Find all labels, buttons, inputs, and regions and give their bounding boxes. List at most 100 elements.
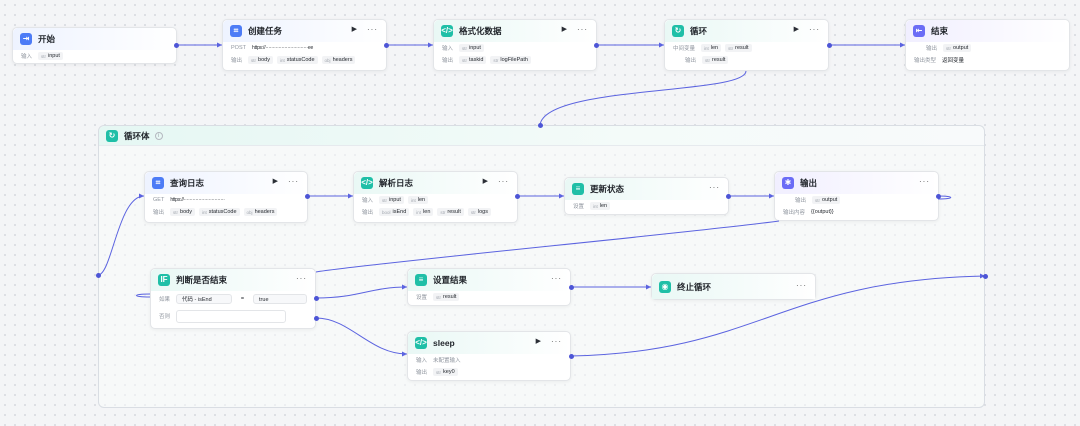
port-parse-out[interactable]: [514, 193, 520, 199]
port-judge-if[interactable]: [313, 295, 319, 301]
node-header: ≡ 设置结果 ···: [408, 269, 570, 291]
condition-right[interactable]: true: [253, 294, 307, 304]
more-icon[interactable]: ···: [288, 177, 299, 186]
var-tag: int statusCode: [276, 56, 318, 64]
node-actions: ···: [919, 177, 930, 186]
node-sleep[interactable]: </> sleep ▶ ··· 输入 未配置输入 输出 str key0: [407, 331, 571, 381]
var-tag: int len: [413, 208, 434, 216]
condition-operator[interactable]: =: [241, 296, 244, 302]
condition-left[interactable]: 代码 - isEnd: [176, 294, 232, 304]
node-stop-loop[interactable]: ◉ 终止循环 ···: [651, 273, 816, 300]
node-output[interactable]: ✱ 输出 ··· 输出 str output 输出内容 {{output}}: [774, 171, 939, 221]
run-icon[interactable]: ▶: [352, 25, 357, 34]
node-start[interactable]: ⇥ 开始 输入 str input: [12, 27, 177, 64]
row-label: 输入: [416, 358, 428, 364]
node-row-set: 设置 str result: [408, 291, 570, 303]
request-url: https://·····························ee: [251, 45, 314, 51]
group-title: 循环体: [124, 130, 150, 141]
more-icon[interactable]: ···: [498, 177, 509, 186]
var-tag: int len: [407, 196, 429, 204]
output-icon: ✱: [782, 177, 794, 189]
var-tag: str output: [812, 196, 841, 204]
var-tag: str body: [170, 208, 195, 216]
node-row-output-type: 输出类型 返回变量: [906, 54, 1069, 66]
node-row-input: 输入 未配置输入: [408, 354, 570, 366]
more-icon[interactable]: ···: [367, 25, 378, 34]
node-format-data[interactable]: </> 格式化数据 ▶ ··· 输入 str input 输出 str taskid…: [433, 19, 597, 71]
port-group-out[interactable]: [982, 273, 988, 279]
http-icon: ⌗: [152, 177, 164, 189]
more-icon[interactable]: ···: [796, 281, 807, 290]
row-label: 输入: [442, 46, 454, 52]
if-icon: IF: [158, 274, 170, 286]
node-query-log[interactable]: ⌗ 查询日志 ▶ ··· GET https://···············…: [144, 171, 308, 223]
node-parse-log[interactable]: </> 解析日志 ▶ ··· 输入 str input int len 输出 boo…: [353, 171, 518, 223]
node-update-state[interactable]: ≡ 更新状态 ··· 设置 int len: [564, 177, 729, 215]
node-row-output: 输出 str output: [906, 42, 1069, 54]
node-header: ⌗ 查询日志 ▶ ···: [145, 172, 307, 194]
port-output-out[interactable]: [935, 193, 941, 199]
port-sleep-out[interactable]: [568, 353, 574, 359]
var-tag: str taskid: [459, 56, 487, 64]
row-label: 输出类型: [914, 58, 937, 64]
port-setresult-out[interactable]: [568, 284, 574, 290]
row-label: 输出: [685, 58, 697, 64]
more-icon[interactable]: ···: [709, 183, 720, 192]
more-icon[interactable]: ···: [296, 274, 307, 283]
row-label: 中间变量: [673, 46, 696, 52]
node-header: IF 判断是否结束 ···: [151, 269, 315, 291]
node-header: ✱ 输出 ···: [775, 172, 938, 194]
row-label: 输出: [362, 210, 374, 216]
port-loop-out[interactable]: [826, 42, 832, 48]
port-update-out[interactable]: [725, 193, 731, 199]
more-icon[interactable]: ···: [551, 337, 562, 346]
more-icon[interactable]: ···: [919, 177, 930, 186]
var-tag: bool isEnd: [379, 208, 410, 216]
code-icon: </>: [361, 177, 373, 189]
info-icon[interactable]: i: [154, 131, 163, 140]
variable-icon: ≡: [415, 274, 427, 286]
var-tag: obj headers: [243, 208, 278, 216]
node-row-request: POST https://···························…: [223, 42, 386, 54]
more-icon[interactable]: ···: [577, 25, 588, 34]
port-start-out[interactable]: [173, 42, 179, 48]
row-label: 设置: [416, 295, 428, 301]
run-icon[interactable]: ▶: [536, 337, 541, 346]
run-icon[interactable]: ▶: [273, 177, 278, 186]
node-title: 结束: [931, 26, 949, 36]
node-title: 创建任务: [248, 26, 283, 36]
edge-loop-body: [539, 70, 747, 126]
else-field[interactable]: [176, 309, 287, 323]
var-tag: str result: [702, 56, 729, 64]
port-query-out[interactable]: [304, 193, 310, 199]
more-icon[interactable]: ···: [551, 274, 562, 283]
more-icon[interactable]: ···: [809, 25, 820, 34]
var-tag: str body: [248, 56, 273, 64]
node-create-task[interactable]: ⌗ 创建任务 ▶ ··· POST https://··············…: [222, 19, 387, 71]
run-icon[interactable]: ▶: [483, 177, 488, 186]
node-row-output: 输出 str body int statusCode obj headers: [223, 54, 386, 66]
run-icon[interactable]: ▶: [562, 25, 567, 34]
var-tag: str logFilePath: [490, 56, 531, 64]
port-judge-else[interactable]: [313, 315, 319, 321]
end-icon: ⇤: [913, 25, 925, 37]
node-loop[interactable]: ↻ 循环 ▶ ··· 中间变量 int len str result 输出 str r…: [664, 19, 829, 71]
row-label: 如果: [159, 297, 171, 303]
var-tag: str result: [433, 293, 460, 301]
row-label: 设置: [573, 204, 585, 210]
var-tag: int len: [701, 44, 722, 52]
node-header: ≡ 更新状态 ···: [565, 178, 728, 200]
node-set-result[interactable]: ≡ 设置结果 ··· 设置 str result: [407, 268, 571, 306]
port-loop-body[interactable]: [537, 122, 543, 128]
node-row-set: 设置 int len: [565, 200, 728, 212]
node-title: 设置结果: [433, 275, 468, 285]
node-end[interactable]: ⇤ 结束 输出 str output 输出类型 返回变量: [905, 19, 1070, 71]
row-label: 输出: [153, 210, 165, 216]
var-tag: str result: [725, 44, 752, 52]
node-title: 终止循环: [677, 281, 712, 292]
port-group-in[interactable]: [95, 272, 101, 278]
port-create-out[interactable]: [383, 42, 389, 48]
node-judge-end[interactable]: IF 判断是否结束 ··· 如果 代码 - isEnd = true 否则: [150, 268, 316, 329]
port-format-out[interactable]: [593, 42, 599, 48]
run-icon[interactable]: ▶: [794, 25, 799, 34]
